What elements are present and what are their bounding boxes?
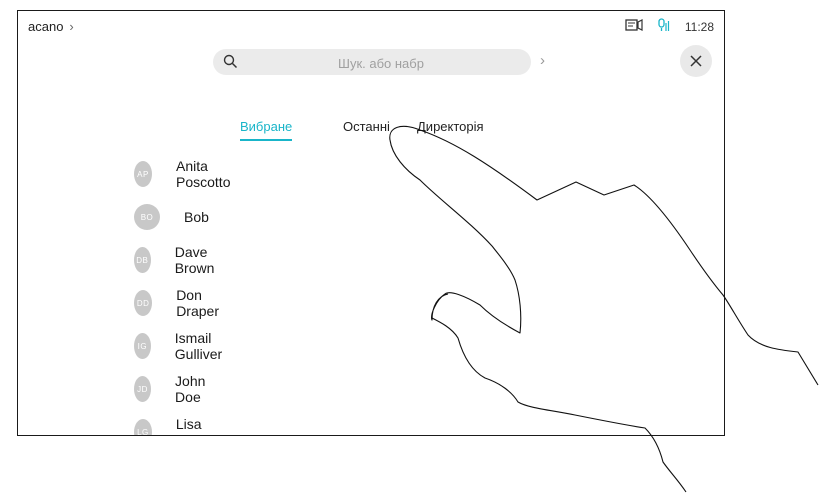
list-item[interactable]: LG Lisa Green	[134, 416, 223, 435]
search-icon	[223, 54, 238, 74]
microphone-icon[interactable]	[657, 18, 671, 35]
screen-share-icon[interactable]	[625, 19, 643, 34]
avatar: BO	[134, 204, 160, 230]
list-item[interactable]: JD John Doe	[134, 373, 214, 405]
list-item[interactable]: BO Bob	[134, 202, 209, 232]
chevron-right-icon: ›	[69, 19, 74, 34]
list-item[interactable]: AP Anita Poscotto	[134, 158, 238, 190]
contact-name: Bob	[184, 209, 209, 225]
list-item[interactable]: DD Don Draper	[134, 287, 227, 319]
avatar: DB	[134, 247, 151, 273]
top-bar: acano › 11:28	[18, 11, 724, 39]
avatar: DD	[134, 290, 153, 316]
breadcrumb[interactable]: acano ›	[28, 19, 74, 34]
contact-name: Anita Poscotto	[176, 158, 231, 190]
contact-name: Lisa Green	[175, 416, 215, 435]
tab-bar: Вибране Останні Директорія	[18, 119, 724, 143]
contact-name: John Doe	[175, 373, 206, 405]
contact-name: Ismail Gulliver	[174, 330, 223, 362]
close-icon	[690, 55, 702, 67]
contact-name: Dave Brown	[174, 244, 215, 276]
device-screen: acano › 11:28 › Вибране Останні Директор…	[17, 10, 725, 436]
search-bar[interactable]	[213, 49, 531, 77]
avatar: AP	[134, 161, 152, 187]
list-item[interactable]: DB Dave Brown	[134, 244, 224, 276]
contact-name: Don Draper	[176, 287, 219, 319]
search-input[interactable]	[243, 49, 519, 77]
status-area: 11:28	[625, 18, 714, 35]
avatar: LG	[134, 419, 152, 435]
breadcrumb-label: acano	[28, 19, 64, 34]
avatar: IG	[134, 333, 151, 359]
list-item[interactable]: IG Ismail Gulliver	[134, 330, 231, 362]
chevron-right-icon[interactable]: ›	[540, 52, 545, 69]
tab-directory[interactable]: Директорія	[417, 119, 484, 139]
tab-favorites[interactable]: Вибране	[240, 119, 293, 141]
tab-recent[interactable]: Останні	[343, 119, 390, 139]
avatar: JD	[134, 376, 152, 402]
clock: 11:28	[684, 19, 714, 34]
close-button[interactable]	[680, 45, 712, 77]
